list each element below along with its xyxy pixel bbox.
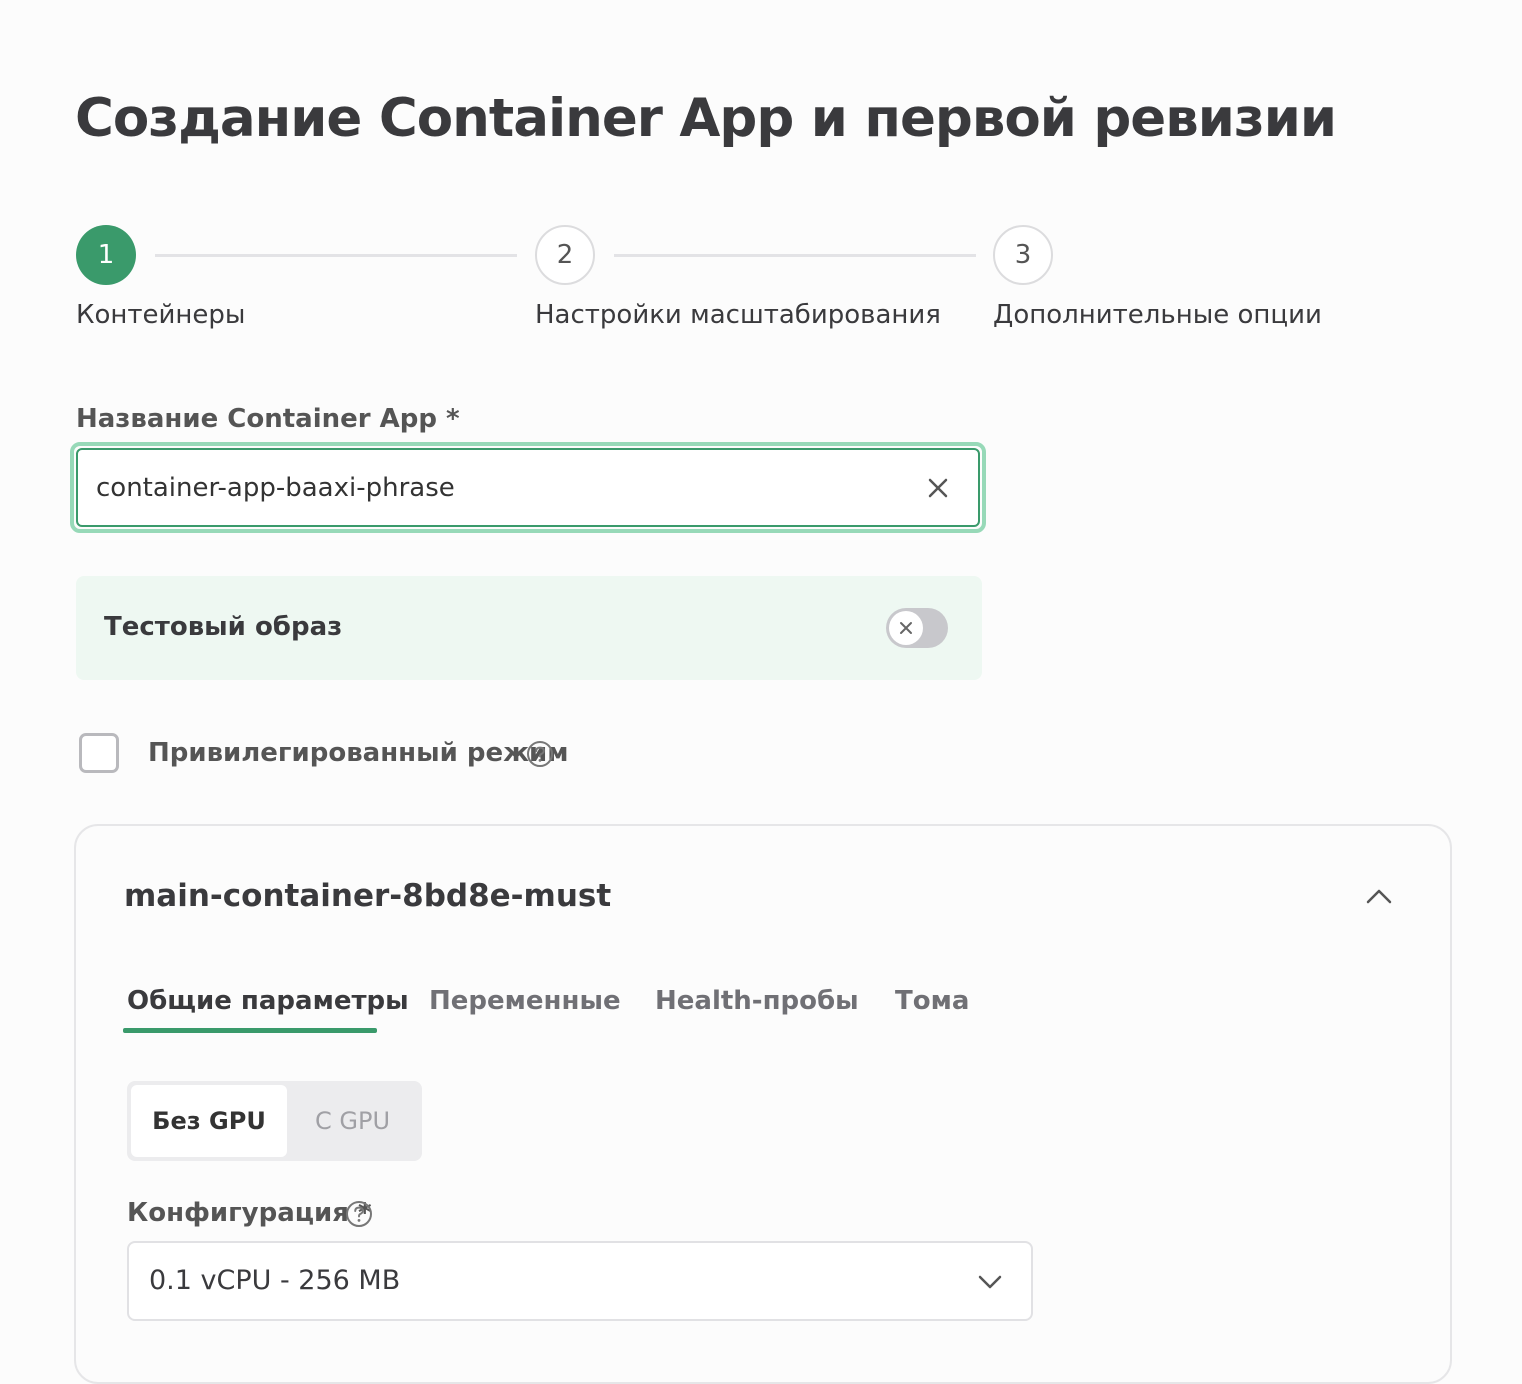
step-connector	[155, 254, 517, 257]
close-icon	[900, 622, 912, 634]
step-connector	[614, 254, 976, 257]
step-2-label[interactable]: Настройки масштабирования	[535, 300, 941, 330]
configuration-label: Конфигурация *	[127, 1198, 372, 1228]
step-number: 2	[556, 240, 574, 270]
chevron-up-icon[interactable]	[1365, 886, 1393, 910]
privileged-mode-label[interactable]: Привилегированный режим	[148, 738, 569, 768]
step-1-label[interactable]: Контейнеры	[76, 300, 245, 330]
no-gpu-option[interactable]: Без GPU	[131, 1085, 287, 1157]
privileged-mode-checkbox[interactable]	[79, 733, 119, 773]
step-number: 3	[1014, 240, 1032, 270]
configuration-value: 0.1 vCPU - 256 MB	[149, 1265, 401, 1296]
tab-general[interactable]: Общие параметры	[127, 986, 409, 1016]
step-3-label[interactable]: Дополнительные опции	[993, 300, 1322, 330]
app-name-label: Название Container App *	[76, 404, 460, 434]
test-image-label: Тестовый образ	[104, 612, 343, 642]
chevron-down-icon	[977, 1273, 1003, 1295]
with-gpu-option[interactable]: С GPU	[287, 1085, 418, 1157]
tab-volumes[interactable]: Тома	[895, 986, 969, 1016]
app-name-input[interactable]	[96, 472, 876, 503]
configuration-select[interactable]: 0.1 vCPU - 256 MB	[127, 1241, 1033, 1321]
step-3-indicator[interactable]: 3	[993, 225, 1053, 285]
page-title: Создание Container App и первой ревизии	[75, 88, 1337, 149]
question-circle-icon[interactable]	[526, 740, 554, 768]
question-circle-icon[interactable]	[345, 1200, 373, 1228]
step-2-indicator[interactable]: 2	[535, 225, 595, 285]
app-name-field[interactable]	[76, 448, 980, 527]
test-image-panel: Тестовый образ	[76, 576, 982, 680]
tab-variables[interactable]: Переменные	[429, 986, 621, 1016]
tab-health-probes[interactable]: Health-пробы	[655, 986, 859, 1016]
step-1-indicator[interactable]: 1	[76, 225, 136, 285]
step-number: 1	[97, 240, 115, 270]
gpu-switch: Без GPU С GPU	[127, 1081, 422, 1161]
close-icon[interactable]	[924, 474, 952, 502]
container-name: main-container-8bd8e-must	[124, 878, 612, 914]
active-tab-indicator	[123, 1028, 377, 1033]
toggle-knob	[889, 611, 923, 645]
test-image-toggle[interactable]	[886, 608, 948, 648]
